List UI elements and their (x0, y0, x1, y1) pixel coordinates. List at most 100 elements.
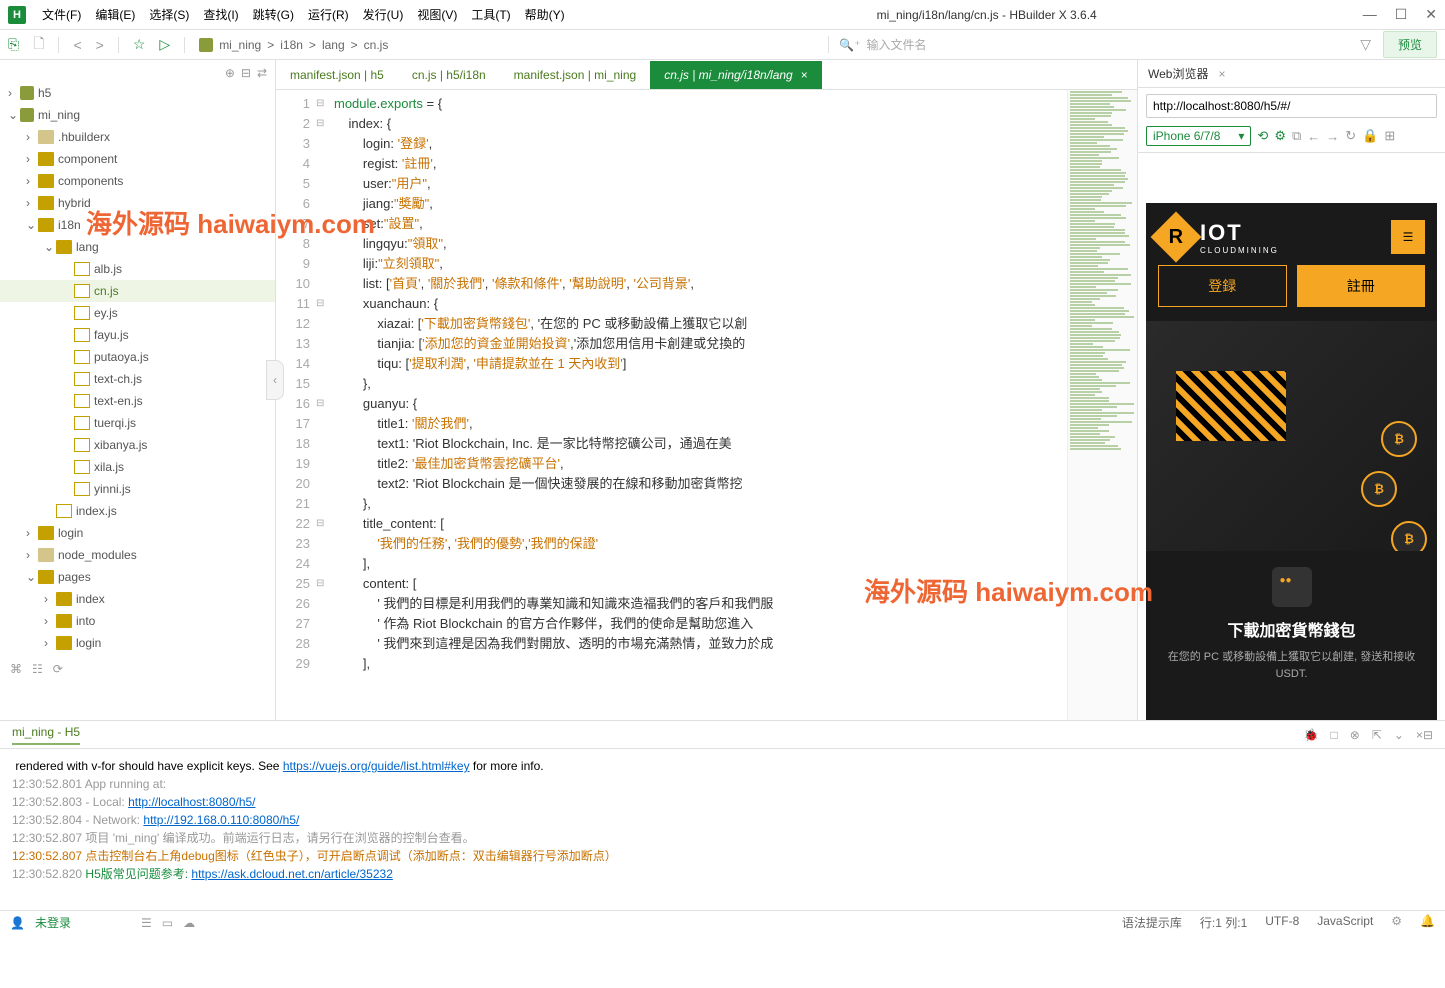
tree-folder-lang[interactable]: ⌄lang (0, 236, 275, 258)
tree-file[interactable]: index.js (0, 500, 275, 522)
expand-icon[interactable]: ⌄ (1394, 728, 1404, 742)
filter-icon[interactable]: ▽ (1360, 36, 1371, 53)
minimap[interactable] (1067, 90, 1137, 720)
bell-icon[interactable]: 🔔 (1420, 914, 1435, 931)
tree-folder[interactable]: ›components (0, 170, 275, 192)
menu-help[interactable]: 帮助(Y) (519, 3, 571, 26)
clear-icon[interactable]: ⊗ (1350, 728, 1360, 742)
close-tab-icon[interactable]: × (801, 61, 808, 89)
menu-publish[interactable]: 发行(U) (357, 3, 410, 26)
minimize-button[interactable]: — (1363, 6, 1377, 23)
editor-tab-active[interactable]: cn.js | mi_ning/i18n/lang× (650, 61, 822, 89)
save-icon[interactable]: 🗋 (33, 33, 44, 57)
tree-folder[interactable]: ›hybrid (0, 192, 275, 214)
lock-icon[interactable]: 🔒 (1362, 128, 1378, 144)
maximize-button[interactable]: ☐ (1395, 6, 1408, 23)
tree-file[interactable]: tuerqi.js (0, 412, 275, 434)
tree-project-h5[interactable]: ›h5 (0, 82, 275, 104)
collapse-icon[interactable]: ⊟ (241, 66, 251, 80)
tree-project-mining[interactable]: ⌄mi_ning (0, 104, 275, 126)
tree-file[interactable]: xibanya.js (0, 434, 275, 456)
tree-folder-pages[interactable]: ⌄pages (0, 566, 275, 588)
close-console-icon[interactable]: ×⊟ (1416, 728, 1433, 742)
syntax-hint[interactable]: 语法提示库 (1122, 914, 1182, 931)
forward-icon[interactable]: > (96, 37, 104, 53)
preview-button[interactable]: 预览 (1383, 31, 1437, 58)
menu-run[interactable]: 运行(R) (302, 3, 355, 26)
gear-icon[interactable]: ⚙ (1391, 914, 1402, 931)
pin-icon[interactable]: ⊞ (1384, 128, 1395, 144)
tree-folder-i18n[interactable]: ⌄i18n (0, 214, 275, 236)
file-search[interactable]: 🔍⁺ 输入文件名 (828, 36, 1348, 53)
tree-file[interactable]: putaoya.js (0, 346, 275, 368)
bc-item[interactable]: cn.js (364, 38, 389, 52)
new-file-icon[interactable]: ⎘ (8, 36, 19, 53)
tree-folder[interactable]: ›component (0, 148, 275, 170)
settings-icon[interactable]: ⚙ (1274, 128, 1286, 144)
editor-tab[interactable]: manifest.json | h5 (276, 61, 398, 89)
star-icon[interactable]: ☆ (133, 36, 146, 53)
tree-folder[interactable]: ›login (0, 632, 275, 654)
register-button[interactable]: 註冊 (1297, 265, 1426, 307)
tree-file[interactable]: ey.js (0, 302, 275, 324)
editor-tab[interactable]: cn.js | h5/i18n (398, 61, 500, 89)
terminal-icon[interactable]: ▭ (162, 916, 173, 930)
structure-icon[interactable]: ☷ (32, 662, 43, 676)
menu-tools[interactable]: 工具(T) (465, 3, 516, 26)
debug-icon[interactable]: 🐞 (1304, 728, 1319, 742)
sync-icon[interactable]: ⇄ (257, 66, 267, 80)
menu-edit[interactable]: 编辑(E) (89, 3, 141, 26)
tree-file[interactable]: xila.js (0, 456, 275, 478)
menu-view[interactable]: 视图(V) (411, 3, 463, 26)
tree-file[interactable]: text-ch.js (0, 368, 275, 390)
tree-folder[interactable]: ›.hbuilderx (0, 126, 275, 148)
rotate-icon[interactable]: ⟲ (1257, 128, 1268, 144)
tree-folder[interactable]: ›login (0, 522, 275, 544)
close-icon[interactable]: × (1218, 67, 1225, 81)
hamburger-icon[interactable]: ☰ (1391, 220, 1425, 254)
tree-folder[interactable]: ›node_modules (0, 544, 275, 566)
cloud-icon[interactable]: ☁ (183, 916, 195, 930)
list-icon[interactable]: ☰ (141, 916, 152, 930)
menu-file[interactable]: 文件(F) (36, 3, 87, 26)
menu-goto[interactable]: 跳转(G) (247, 3, 300, 26)
tree-file[interactable]: text-en.js (0, 390, 275, 412)
url-input[interactable] (1146, 94, 1437, 118)
browser-tab-label[interactable]: Web浏览器 (1148, 65, 1208, 82)
encoding[interactable]: UTF-8 (1265, 914, 1299, 931)
refresh-icon[interactable]: ⟳ (53, 662, 63, 676)
nav-back-icon[interactable]: ← (1307, 129, 1320, 144)
console-output[interactable]: rendered with v-for should have explicit… (0, 749, 1445, 910)
login-button[interactable]: 登録 (1158, 265, 1287, 307)
login-status[interactable]: 未登录 (35, 914, 71, 931)
tree-file[interactable]: cn.js (0, 280, 275, 302)
stop-icon[interactable]: □ (1331, 728, 1338, 742)
export-icon[interactable]: ⇱ (1372, 728, 1382, 742)
tree-file[interactable]: yinni.js (0, 478, 275, 500)
fold-column[interactable]: ⊟⊟⊟⊟⊟⊟ (316, 90, 330, 720)
language-mode[interactable]: JavaScript (1317, 914, 1373, 931)
run-icon[interactable]: ▷ (159, 36, 170, 53)
bc-item[interactable]: lang (322, 38, 345, 52)
external-icon[interactable]: ⧉ (1292, 128, 1301, 144)
nav-fwd-icon[interactable]: → (1326, 129, 1339, 144)
editor-tab[interactable]: manifest.json | mi_ning (500, 61, 651, 89)
user-icon[interactable]: 👤 (10, 916, 25, 930)
code-content[interactable]: module.exports = { index: { login: '登録',… (330, 90, 1067, 720)
cursor-position: 行:1 列:1 (1200, 914, 1247, 931)
bc-item[interactable]: mi_ning (219, 38, 261, 52)
terminal-icon[interactable]: ⌘ (10, 662, 22, 676)
tree-file[interactable]: fayu.js (0, 324, 275, 346)
add-icon[interactable]: ⊕ (225, 66, 235, 80)
tree-folder[interactable]: ›into (0, 610, 275, 632)
device-selector[interactable]: iPhone 6/7/8▾ (1146, 126, 1251, 146)
tree-folder[interactable]: ›index (0, 588, 275, 610)
back-icon[interactable]: < (73, 37, 81, 53)
reload-icon[interactable]: ↻ (1345, 128, 1356, 144)
bc-item[interactable]: i18n (280, 38, 303, 52)
menu-select[interactable]: 选择(S) (143, 3, 195, 26)
tree-file[interactable]: alb.js (0, 258, 275, 280)
console-tab[interactable]: mi_ning - H5 (12, 725, 80, 745)
menu-find[interactable]: 查找(I) (197, 3, 244, 26)
close-button[interactable]: ✕ (1425, 6, 1437, 23)
